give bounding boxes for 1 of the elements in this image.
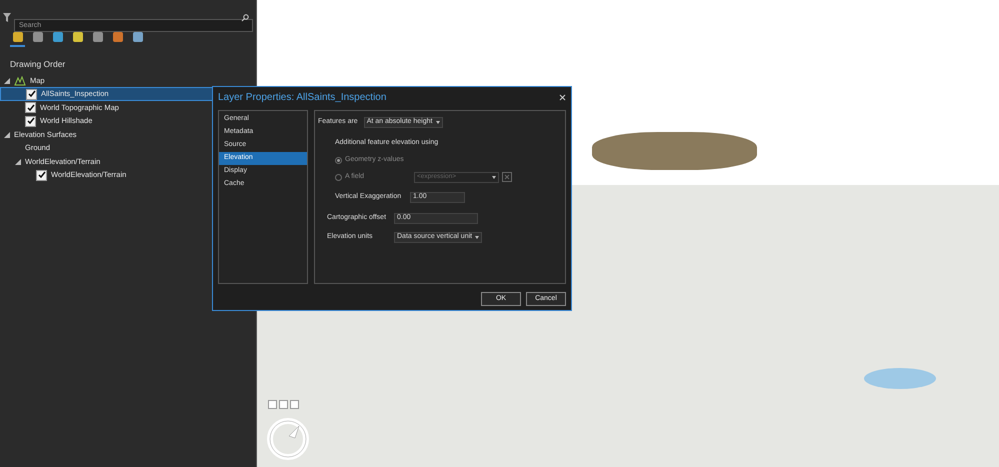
section-heading: Drawing Order	[10, 58, 66, 71]
